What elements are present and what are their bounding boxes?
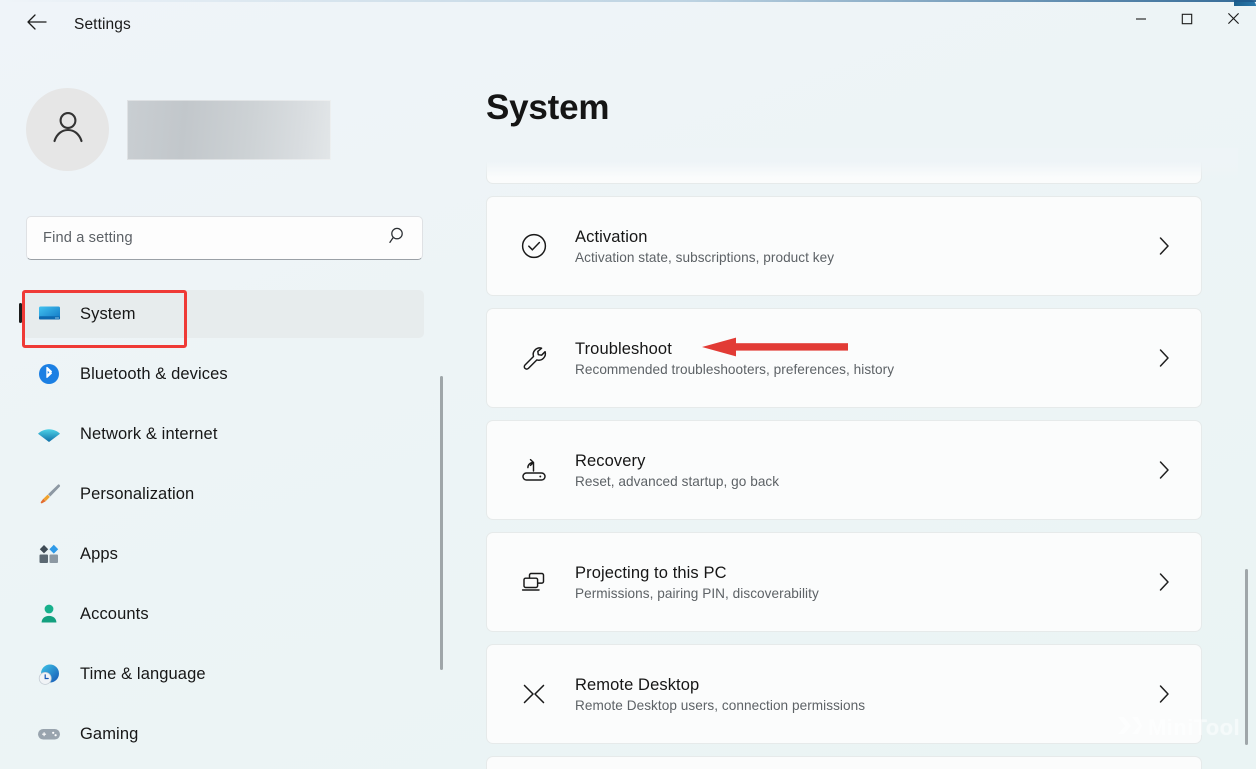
sidebar-item-apps[interactable]: Apps: [22, 530, 424, 578]
card-title: Activation: [575, 227, 648, 246]
chevron-right-icon[interactable]: [1149, 231, 1179, 261]
sidebar-item-personalization[interactable]: Personalization: [22, 470, 424, 518]
close-icon: [1227, 12, 1240, 30]
main-content: System Activation Activation state, subs: [456, 64, 1256, 769]
settings-card-next-partial[interactable]: [486, 756, 1202, 769]
settings-card-remote-desktop[interactable]: Remote Desktop Remote Desktop users, con…: [486, 644, 1202, 744]
card-title: Troubleshoot: [575, 339, 672, 358]
sidebar-item-label: Apps: [80, 544, 119, 563]
page-title: System: [486, 88, 610, 127]
minimize-icon: [1135, 12, 1147, 30]
account-name-redacted: [127, 99, 331, 160]
remote-desktop-icon: [513, 677, 555, 711]
maximize-button[interactable]: [1164, 0, 1210, 42]
sidebar-nav-list: System Bluetooth & devices Network & int…: [0, 290, 446, 768]
card-title: Projecting to this PC: [575, 563, 727, 582]
wifi-icon: [36, 422, 62, 446]
window-title: Settings: [74, 15, 131, 33]
settings-card-projecting-to-this-pc[interactable]: Projecting to this PC Permissions, pairi…: [486, 532, 1202, 632]
search-icon[interactable]: [389, 226, 408, 250]
sidebar-item-accounts[interactable]: Accounts: [22, 590, 424, 638]
projecting-icon: [513, 565, 555, 599]
sidebar-item-label: Time & language: [80, 664, 206, 683]
recovery-icon: [513, 453, 555, 487]
window-caption-buttons: [1118, 0, 1256, 42]
sidebar-item-gaming[interactable]: Gaming: [22, 710, 424, 758]
clock-globe-icon: [36, 662, 62, 686]
sidebar-item-time-language[interactable]: Time & language: [22, 650, 424, 698]
chevron-right-icon[interactable]: [1149, 567, 1179, 597]
gamepad-icon: [36, 722, 62, 746]
sidebar-item-label: System: [80, 304, 136, 323]
card-title: Remote Desktop: [575, 675, 700, 694]
account-profile[interactable]: [26, 88, 331, 171]
settings-card-partial[interactable]: [486, 148, 1202, 184]
paintbrush-icon: [36, 482, 62, 506]
sidebar-item-label: Gaming: [80, 724, 139, 743]
wrench-icon: [513, 341, 555, 375]
card-subtitle: Activation state, subscriptions, product…: [575, 249, 835, 265]
back-button[interactable]: [18, 7, 56, 41]
account-icon: [36, 602, 62, 626]
sidebar-item-label: Accounts: [80, 604, 149, 623]
card-subtitle: Permissions, pairing PIN, discoverabilit…: [575, 585, 819, 601]
sidebar-item-bluetooth-devices[interactable]: Bluetooth & devices: [22, 350, 424, 398]
search-input[interactable]: Find a setting: [26, 216, 423, 260]
sidebar-item-network-internet[interactable]: Network & internet: [22, 410, 424, 458]
search-placeholder: Find a setting: [43, 230, 133, 246]
sidebar: Find a setting System Bluetooth & device…: [0, 64, 456, 769]
check-circle-icon: [513, 229, 555, 263]
title-bar-left: Settings: [0, 0, 131, 48]
title-bar: Settings: [0, 0, 1256, 72]
settings-card-recovery[interactable]: Recovery Reset, advanced startup, go bac…: [486, 420, 1202, 520]
chevron-right-icon[interactable]: [1149, 455, 1179, 485]
sidebar-scrollbar-thumb[interactable]: [440, 376, 443, 670]
settings-card-list: Activation Activation state, subscriptio…: [456, 148, 1238, 769]
monitor-icon: [36, 302, 62, 326]
apps-icon: [36, 542, 62, 566]
person-icon: [46, 105, 90, 154]
settings-card-troubleshoot[interactable]: Troubleshoot Recommended troubleshooters…: [486, 308, 1202, 408]
avatar: [26, 88, 109, 171]
close-button[interactable]: [1210, 0, 1256, 42]
sidebar-item-label: Network & internet: [80, 424, 218, 443]
chevron-right-icon[interactable]: [1149, 343, 1179, 373]
sidebar-item-system[interactable]: System: [19, 290, 424, 338]
chevron-right-icon[interactable]: [1149, 679, 1179, 709]
back-arrow-icon: [26, 13, 48, 36]
sidebar-item-label: Bluetooth & devices: [80, 364, 228, 383]
card-subtitle: Remote Desktop users, connection permiss…: [575, 697, 866, 713]
card-subtitle: Reset, advanced startup, go back: [575, 473, 780, 489]
main-scrollbar-thumb[interactable]: [1245, 569, 1248, 745]
card-title: Recovery: [575, 451, 646, 470]
bluetooth-icon: [36, 362, 62, 386]
maximize-icon: [1181, 12, 1193, 30]
minimize-button[interactable]: [1118, 0, 1164, 42]
sidebar-item-label: Personalization: [80, 484, 195, 503]
settings-window: Settings Find a setting System Bluetooth…: [0, 0, 1256, 769]
card-subtitle: Recommended troubleshooters, preferences…: [575, 361, 895, 377]
settings-card-activation[interactable]: Activation Activation state, subscriptio…: [486, 196, 1202, 296]
